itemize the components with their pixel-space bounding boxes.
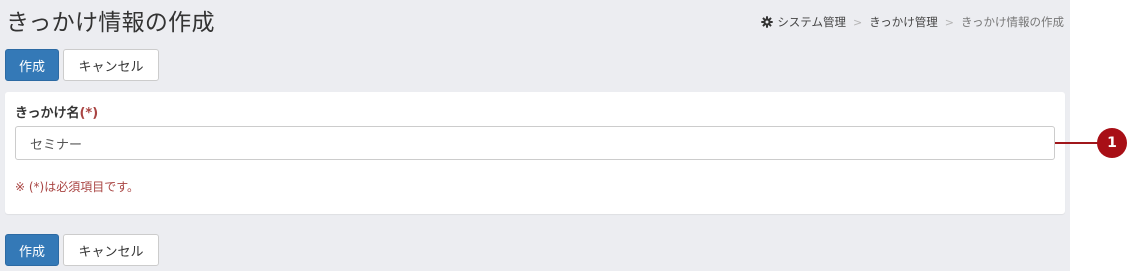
cancel-button-bottom[interactable]: キャンセル	[63, 234, 159, 266]
breadcrumb-item-trigger-management[interactable]: きっかけ管理	[869, 14, 938, 30]
callout-line	[1055, 142, 1099, 144]
trigger-name-label: きっかけ名(*)	[15, 102, 98, 121]
create-button-bottom[interactable]: 作成	[5, 234, 59, 266]
gear-icon	[761, 16, 774, 28]
cancel-button[interactable]: キャンセル	[63, 49, 159, 81]
breadcrumb-item-current: きっかけ情報の作成	[960, 15, 1064, 29]
required-mark: (*)	[79, 106, 99, 121]
trigger-name-label-text: きっかけ名	[15, 106, 80, 121]
required-note: ※ (*)は必須項目です。	[15, 180, 140, 194]
breadcrumb-item-system[interactable]: システム管理	[777, 14, 846, 30]
trigger-name-input[interactable]	[15, 126, 1055, 160]
bottom-toolbar: 作成 キャンセル	[5, 234, 159, 266]
breadcrumb-separator: >	[852, 15, 863, 29]
page-title: きっかけ情報の作成	[6, 10, 215, 36]
callout-badge: 1	[1097, 128, 1127, 158]
form-panel: きっかけ名(*) ※ (*)は必須項目です。	[5, 92, 1065, 214]
breadcrumb-separator: >	[944, 15, 954, 29]
breadcrumb: システム管理 > きっかけ管理 > きっかけ情報の作成	[761, 14, 1064, 30]
create-button[interactable]: 作成	[5, 49, 59, 81]
top-toolbar: 作成 キャンセル	[5, 49, 159, 81]
app-window: きっかけ情報の作成 システム管理 > きっかけ管理 > きっかけ情報の作成 作成…	[0, 0, 1070, 271]
